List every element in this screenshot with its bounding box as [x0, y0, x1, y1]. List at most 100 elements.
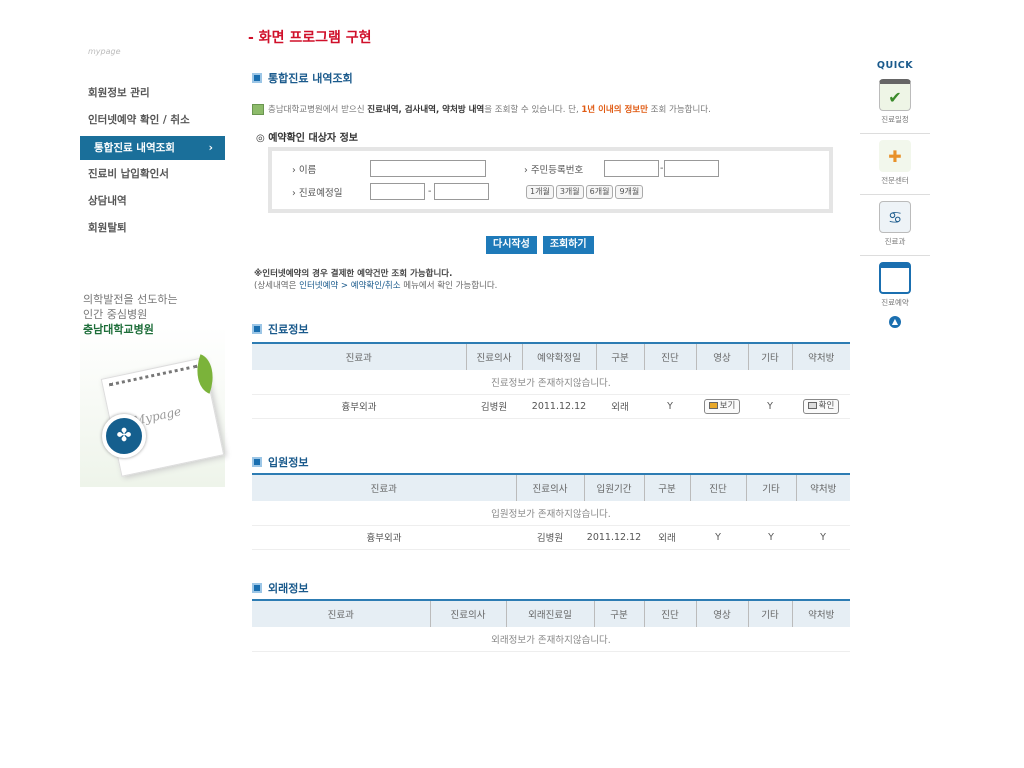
action-buttons: 다시작성 조회하기 [486, 236, 594, 254]
chevron-right-icon: › [208, 142, 213, 154]
col-type: 구분 [593, 599, 644, 627]
main-content: 통합진료 내역조회 충남대학교병원에서 받으신 진료내역, 검사내역, 약처방 … [248, 52, 853, 672]
medical-cross-icon: ✚ [879, 140, 911, 172]
col-diag: 진단 [643, 599, 696, 627]
treatment-title: 진료정보 [268, 323, 309, 336]
window-icon [879, 262, 911, 294]
stethoscope-icon: ♋ [879, 201, 911, 233]
sidebar: mypage 회원정보 관리 인터넷예약 확인 / 취소 통합진료 내역조회 ›… [80, 47, 225, 487]
table-row: 흉부외과 김병원 2011.12.12 외래 Y 보기 Y 확인 [252, 394, 850, 419]
col-diag: 진단 [643, 342, 696, 370]
sidebar-item-withdraw[interactable]: 회원탈퇴 [80, 217, 225, 244]
quick-item-label: 진료과 [884, 237, 906, 246]
cell-type: 외래 [644, 525, 690, 550]
notice-line-2: (상세내역은 인터넷예약 > 예약확인/취소 메뉴에서 확인 가능합니다. [254, 281, 498, 291]
col-doctor: 진료의사 [515, 473, 584, 501]
sidebar-top-label: mypage [88, 47, 121, 56]
cell-doctor: 김병원 [516, 525, 584, 550]
cell-etc: Y [748, 394, 792, 419]
outpatient-title: 외래정보 [268, 582, 309, 595]
admission-title: 입원정보 [268, 456, 309, 469]
cell-rx: Y [796, 525, 850, 550]
name-input[interactable] [370, 160, 486, 177]
date-label: › 진료예정일 [292, 187, 343, 199]
empty-message: 진료정보가 존재하지않습니다. [252, 370, 850, 395]
image-icon [708, 401, 718, 409]
cell-dept: 흉부외과 [252, 394, 466, 419]
cell-rx: 확인 [792, 394, 850, 419]
sidebar-item-payment-certificate[interactable]: 진료비 납입확인서 [80, 163, 225, 190]
cell-etc: Y [746, 525, 796, 550]
view-rx-button[interactable]: 확인 [802, 398, 840, 414]
date-end-input[interactable] [434, 183, 490, 200]
dash: - [428, 186, 432, 197]
quick-item-booking[interactable]: 진료예약 [860, 255, 930, 308]
reservation-link[interactable]: 인터넷예약 > 예약확인/취소 [299, 281, 400, 291]
cell-doctor: 김병원 [466, 394, 522, 419]
col-doctor: 진료의사 [465, 342, 522, 370]
rrn-back-input[interactable] [664, 160, 720, 177]
col-image: 영상 [695, 599, 748, 627]
sidebar-menu: 회원정보 관리 인터넷예약 확인 / 취소 통합진료 내역조회 › 진료비 납입… [80, 82, 225, 244]
period-1m-button[interactable]: 1개월 [526, 185, 554, 199]
col-rx: 약처방 [791, 599, 850, 627]
period-6m-button[interactable]: 6개월 [585, 185, 614, 199]
square-bullet-icon [252, 583, 262, 593]
reset-button[interactable]: 다시작성 [486, 236, 537, 254]
rrn-front-input[interactable] [604, 160, 659, 177]
notice-line-1: ※인터넷예약의 경우 결제한 예약건만 조회 가능합니다. [254, 269, 453, 279]
treatment-section-header: 진료정보 [252, 321, 308, 337]
view-image-button[interactable]: 보기 [703, 398, 741, 414]
empty-message: 외래정보가 존재하지않습니다. [252, 627, 850, 652]
cell-dept: 흉부외과 [252, 525, 516, 550]
admission-section-header: 입원정보 [252, 454, 308, 470]
quick-item-department[interactable]: ♋ 진료과 [860, 194, 930, 247]
outpatient-section-header: 외래정보 [252, 580, 308, 596]
search-form: › 이름 › 주민등록번호 - › 진료예정일 - 1개월 3개월 6개월 9개… [268, 147, 833, 213]
treatment-table: 진료과 진료의사 예약확정일 구분 진단 영상 기타 약처방 진료정보가 존재하… [252, 342, 850, 419]
quick-item-label: 전문센터 [881, 176, 909, 185]
quick-menu: QUICK ✔ 진료일정 ✚ 전문센터 ♋ 진료과 진료예약 ▲ [860, 60, 930, 328]
col-image: 영상 [695, 342, 748, 370]
info-line: 충남대학교병원에서 받으신 진료내역, 검사내역, 약처방 내역을 조회할 수 … [252, 103, 711, 115]
outpatient-table: 진료과 진료의사 외래진료일 구분 진단 영상 기타 약처방 외래정보가 존재하… [252, 599, 850, 652]
search-button[interactable]: 조회하기 [542, 236, 594, 254]
table-row: 진료정보가 존재하지않습니다. [252, 370, 850, 395]
scroll-top-icon[interactable]: ▲ [889, 316, 901, 328]
square-bullet-icon [252, 324, 262, 334]
hospital-name: 충남대학교병원 [83, 323, 154, 336]
period-9m-button[interactable]: 9개월 [615, 185, 644, 199]
hospital-slogan: 의학발전을 선도하는 인간 중심병원 충남대학교병원 [83, 292, 178, 337]
cell-diag: Y [690, 525, 746, 550]
target-info-title: ◎ 예약확인 대상자 정보 [256, 133, 358, 144]
table-header: 진료과 진료의사 외래진료일 구분 진단 영상 기타 약처방 [252, 599, 850, 627]
empty-message: 입원정보가 존재하지않습니다. [252, 501, 850, 526]
col-doctor: 진료의사 [429, 599, 506, 627]
table-row: 입원정보가 존재하지않습니다. [252, 501, 850, 526]
sidebar-item-consultation[interactable]: 상담내역 [80, 190, 225, 217]
table-header: 진료과 진료의사 입원기간 구분 진단 기타 약처방 [252, 473, 850, 501]
col-etc: 기타 [747, 599, 792, 627]
dash: - [660, 163, 664, 174]
rrn-label: › 주민등록번호 [524, 164, 584, 176]
page-title: - 화면 프로그램 구현 [248, 30, 372, 46]
col-date: 예약확정일 [521, 342, 596, 370]
period-3m-button[interactable]: 3개월 [555, 185, 584, 199]
quick-item-schedule[interactable]: ✔ 진료일정 [860, 79, 930, 125]
name-label: › 이름 [292, 164, 317, 176]
date-start-input[interactable] [370, 183, 425, 200]
quick-item-center[interactable]: ✚ 전문센터 [860, 133, 930, 186]
quick-item-label: 진료예약 [881, 298, 909, 307]
col-type: 구분 [643, 473, 690, 501]
table-row: 외래정보가 존재하지않습니다. [252, 627, 850, 652]
notice-text: ※인터넷예약의 경우 결제한 예약건만 조회 가능합니다. (상세내역은 인터넷… [254, 268, 497, 292]
magnifier-icon [807, 401, 817, 409]
info-text: 충남대학교병원에서 받으신 진료내역, 검사내역, 약처방 내역을 조회할 수 … [268, 105, 711, 115]
section-title: 통합진료 내역조회 [268, 72, 353, 85]
cell-date: 2011.12.12 [522, 394, 596, 419]
sidebar-item-member-info[interactable]: 회원정보 관리 [80, 82, 225, 109]
sidebar-item-treatment-history[interactable]: 통합진료 내역조회 › [80, 136, 225, 160]
col-dept: 진료과 [252, 342, 466, 370]
col-period: 입원기간 [583, 473, 644, 501]
sidebar-item-reservation[interactable]: 인터넷예약 확인 / 취소 [80, 109, 225, 136]
